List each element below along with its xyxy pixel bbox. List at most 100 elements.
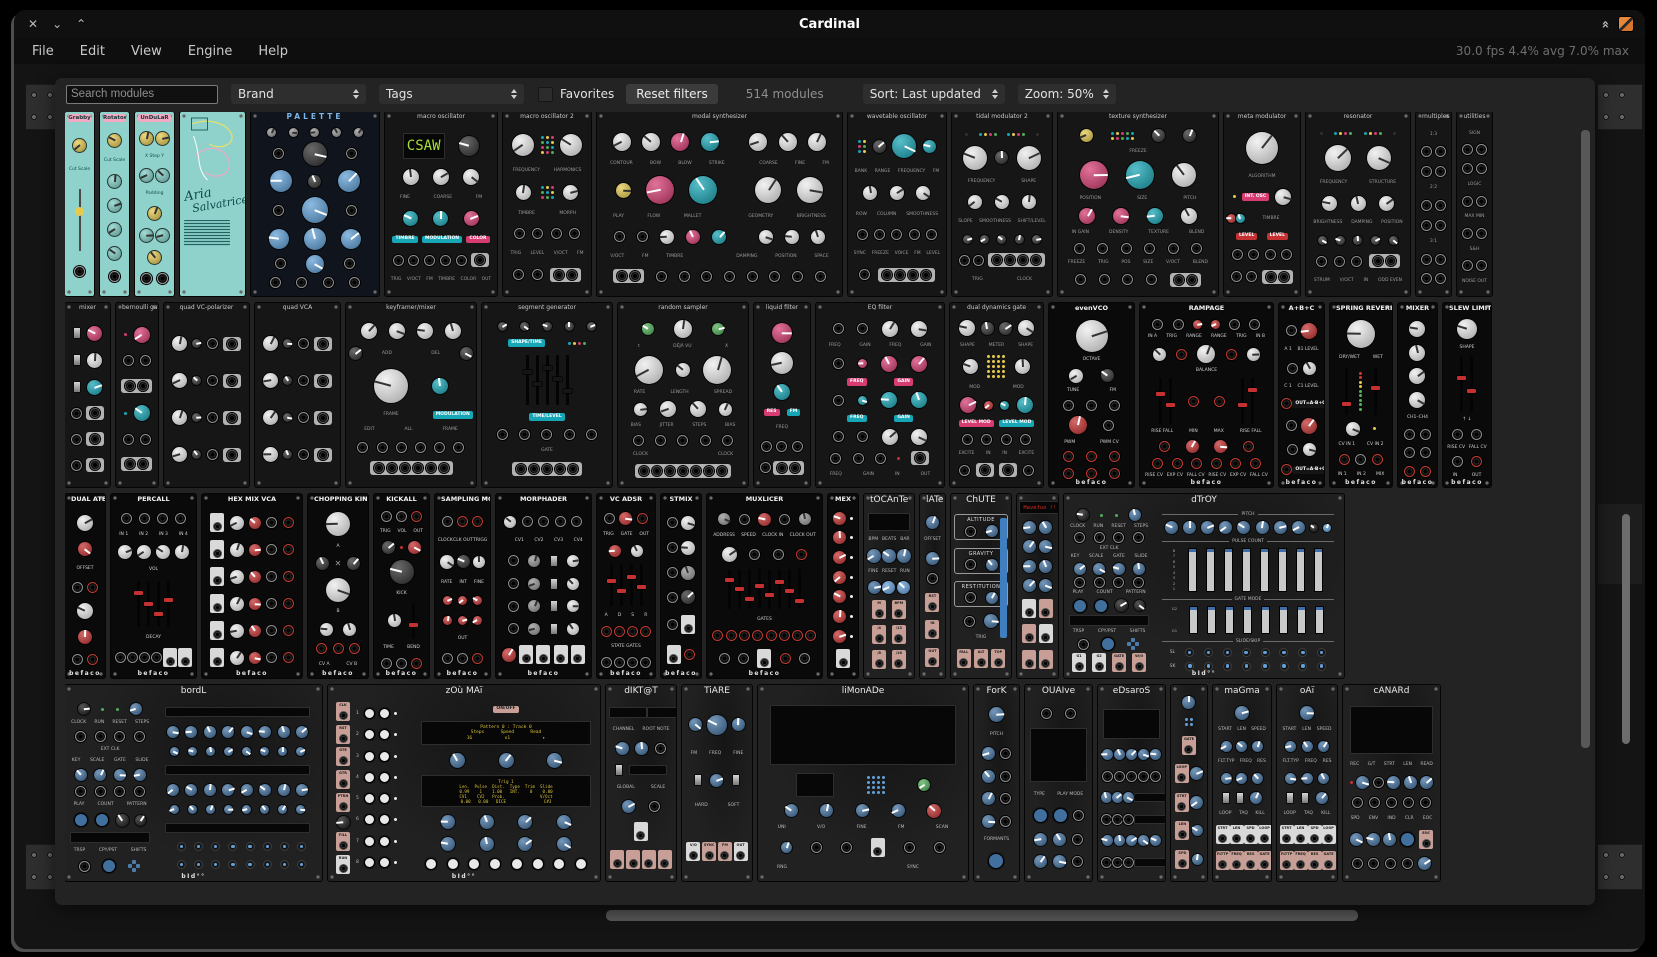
module-item[interactable]: modal synthesizerCONTOURBOWBLOWSTRIKECOA… bbox=[597, 112, 842, 296]
module-item[interactable]: DUAL ATENUVERTEROFFSETbefaco bbox=[65, 494, 105, 678]
module-item[interactable]: ChUTEALTITUDEGRAVITYRESTITUTIONTRIGFALLA… bbox=[951, 494, 1011, 678]
module-item[interactable]: cANARdRECG/TSTRTLENREADSPDENVINDCLREOCEO… bbox=[1343, 685, 1440, 881]
module-item[interactable]: PALETTE bbox=[251, 112, 379, 296]
module-item[interactable]: quad VC-polarizer bbox=[164, 303, 249, 487]
module-item[interactable]: maGmaSTARTLENSPEEDFLT.TYPFREQRESLOOPTAQK… bbox=[1213, 685, 1271, 881]
jack-hole-icon bbox=[213, 630, 222, 639]
module-item[interactable]: SPRING REVERBDRY/WETWETCV IN 1CV IN 2IN … bbox=[1330, 303, 1392, 487]
browser-vertical-scrollbar[interactable] bbox=[1581, 130, 1590, 748]
jack-icon bbox=[649, 801, 660, 812]
module-item[interactable]: segment generatorSHAPE/TIMETIME/LEVELGAT… bbox=[482, 303, 612, 487]
module-item[interactable]: meta modulatorALGORITHMINT. OSCTIMBRELEV… bbox=[1224, 112, 1300, 296]
menu-engine[interactable]: Engine bbox=[188, 44, 233, 59]
module-item[interactable]: GrabbyCut Scale bbox=[65, 112, 94, 296]
jack-icon bbox=[95, 786, 106, 797]
maximize-button[interactable]: ⌃ bbox=[76, 10, 86, 38]
shade-icon[interactable]: « bbox=[1597, 20, 1612, 28]
module-item[interactable]: SLEW LIMITERSHAPE↑ ↓RISE CVFALL CVINOUTb… bbox=[1443, 303, 1491, 487]
module-item[interactable]: keyframer/mixerADDDELFRAMEMODULATIONEDIT… bbox=[346, 303, 476, 487]
module-item[interactable]: EQ filterFREQGAINFREQGAINFREQGAINFREQGAI… bbox=[816, 303, 944, 487]
module-item[interactable]: texture synthesizerFREEZEPOSITIONSIZEPIT… bbox=[1058, 112, 1218, 296]
module-item[interactable]: TiAREFMFREQFINEHARDSOFTV/OSYNCFMOUT bbox=[682, 685, 752, 881]
module-item[interactable]: oAïSTARTLENSPEEDFLT.TYPFREQRESLOOPTAQKIL… bbox=[1277, 685, 1337, 881]
module-item[interactable]: bordLCLOCKRUNRESETSTEPSEXT CLKKEYSCALEGA… bbox=[65, 685, 322, 881]
module-item[interactable]: HEX MIX VCAbefaco bbox=[202, 494, 302, 678]
knob-icon bbox=[230, 570, 244, 584]
module-item[interactable]: tOCAnTeBPMBEATSBARFINERESETRUNMBPM/4/13/… bbox=[864, 494, 914, 678]
module-item[interactable]: RAMPAGEIN ATRIGRANGERANGETRIGIN BBALANCE… bbox=[1140, 303, 1273, 487]
module-item[interactable]: MEX bbox=[828, 494, 858, 678]
module-item[interactable]: A+B+CA 1B1 LEVELC 1C1 LEVELOUT=A·B+COUT=… bbox=[1279, 303, 1324, 487]
knob-pointer-icon bbox=[1024, 397, 1026, 405]
module-item[interactable]: macro oscillator 2FREQUENCYHARMONICSTIMB… bbox=[503, 112, 591, 296]
module-item[interactable]: STMIXbefaco bbox=[661, 494, 701, 678]
menu-help[interactable]: Help bbox=[258, 44, 288, 59]
led-icon bbox=[872, 776, 875, 779]
module-item[interactable]: liMonADeUNIV/OFINEFMSCANRNGSYNC bbox=[758, 685, 968, 881]
module-item[interactable]: RotatoesCut Scale bbox=[100, 112, 129, 296]
module-item[interactable]: ForKPITCHFORMANTS bbox=[974, 685, 1019, 881]
module-item[interactable]: dIKT@TCHANNELROOT NOTEGLOBALSCALE bbox=[606, 685, 676, 881]
module-controls-row bbox=[114, 648, 193, 667]
module-item[interactable]: MIXERCH1–CH4befaco bbox=[1398, 303, 1437, 487]
module-item[interactable]: AriaSalvatrice bbox=[180, 112, 245, 296]
module-item[interactable]: dTrOYCLOCKRUNRESETSTEPSEXT CLKKEYSCALEGA… bbox=[1064, 494, 1344, 678]
line bbox=[1162, 599, 1232, 600]
knob-pointer-icon bbox=[255, 603, 261, 605]
knob-pointer-icon bbox=[315, 263, 324, 269]
module-item[interactable]: zOù MAïCLKRSTGTEGTRPTRNFILLRUN12345678ON… bbox=[328, 685, 600, 881]
menu-view[interactable]: View bbox=[131, 44, 162, 59]
module-item[interactable]: quad VCA bbox=[255, 303, 340, 487]
module-item[interactable]: multiples1:32:23:1 bbox=[1416, 112, 1451, 296]
module-controls-row: FREQUENCYSTRUCTURE bbox=[1309, 180, 1407, 186]
minimize-button[interactable]: ⌄ bbox=[52, 10, 62, 38]
module-item[interactable]: lATeOFFSETRSTINOUT bbox=[920, 494, 945, 678]
module-item[interactable]: tidal modulator 2FREQUENCYSHAPESLOPESMOO… bbox=[952, 112, 1052, 296]
module-item[interactable]: dual dynamics gateSHAPEMETERSHAPEMODMODL… bbox=[950, 303, 1043, 487]
module-item[interactable]: UnDuLaRX Step YPadding bbox=[135, 112, 174, 296]
menu-edit[interactable]: Edit bbox=[80, 44, 105, 59]
module-item[interactable]: SAMPLING MODULATORCLOCKCLK OUTTRIGGRATEI… bbox=[435, 494, 490, 678]
rack-horizontal-scrollbar[interactable] bbox=[606, 910, 1358, 921]
tags-dropdown[interactable]: Tags bbox=[379, 84, 524, 104]
zoom-dropdown[interactable]: Zoom: 50% bbox=[1018, 84, 1116, 104]
slider-cap-icon bbox=[134, 591, 143, 595]
jack-icon bbox=[568, 464, 578, 474]
module-item[interactable]: macro oscillatorCSAWFINECOARSEFMTIMBREMO… bbox=[385, 112, 497, 296]
sort-dropdown[interactable]: Sort: Last updated bbox=[863, 84, 1005, 104]
module-item[interactable]: MUXLICERADDRESSSPEEDCLOCK INCLOCK OUTGAT… bbox=[707, 494, 822, 678]
search-input[interactable] bbox=[66, 85, 218, 104]
module-controls-row bbox=[830, 630, 855, 643]
module-controls-row bbox=[830, 649, 855, 668]
module-item[interactable]: random samplertDÉJÀ VUXRATELENGTHSPREADB… bbox=[618, 303, 748, 487]
module-item[interactable]: KICKALLTRIGVOLOUTKICKTIMEBENDbefaco bbox=[374, 494, 429, 678]
module-item[interactable]: eDsaroS bbox=[1098, 685, 1165, 881]
module-item[interactable]: CHOPPING KINKYA✕BCV ACV Bbefaco bbox=[308, 494, 368, 678]
module-item[interactable]: MORPHADERCV1CV2CV3CV4befaco bbox=[496, 494, 591, 678]
close-button[interactable]: ✕ bbox=[28, 10, 38, 38]
rack-vertical-scrollbar[interactable] bbox=[1622, 514, 1630, 744]
menu-file[interactable]: File bbox=[32, 44, 54, 59]
panel-label: POSITION bbox=[1080, 196, 1101, 202]
module-item[interactable]: Havefun !! bbox=[1017, 494, 1058, 678]
module-item[interactable]: resonatorFREQUENCYSTRUCTUREBRIGHTNESSDAM… bbox=[1306, 112, 1410, 296]
module-item[interactable]: VC ADSRTRIGGATEOUTADSRSTATE GATESbefaco bbox=[597, 494, 655, 678]
reset-filters-button[interactable]: Reset filters bbox=[626, 84, 718, 104]
module-item[interactable]: evenVCOOCTAVETUNEFMPWMPWM CVbefaco bbox=[1049, 303, 1134, 487]
panel-label: FREEZE bbox=[1129, 149, 1146, 155]
knob-icon bbox=[473, 596, 482, 605]
module-controls-row bbox=[1346, 776, 1437, 789]
module-item[interactable]: utilitiesSIGNLOGICMAX MINS&HNOISE OUT bbox=[1457, 112, 1492, 296]
module-item[interactable]: GATELOOPSTRTLENSPD bbox=[1171, 685, 1207, 881]
module-item[interactable]: OUAIveTYPEPLAY MODE bbox=[1025, 685, 1092, 881]
module-item[interactable]: mixer bbox=[65, 303, 110, 487]
module-item[interactable]: wavetable oscillatorBANKRANGEFREQUENCYFM… bbox=[848, 112, 946, 296]
brand-dropdown[interactable]: Brand bbox=[231, 84, 366, 104]
module-controls-row bbox=[1400, 429, 1434, 440]
knob-pointer-icon bbox=[514, 145, 524, 153]
favorites-checkbox[interactable] bbox=[538, 87, 553, 102]
slider-cap-icon bbox=[533, 382, 542, 386]
module-item[interactable]: bernoulli gate bbox=[116, 303, 158, 487]
module-item[interactable]: liquid filterRESFMFREQ bbox=[754, 303, 810, 487]
module-item[interactable]: PERCALLIN 1IN 2IN 3IN 4VOLDECAYbefaco bbox=[111, 494, 196, 678]
